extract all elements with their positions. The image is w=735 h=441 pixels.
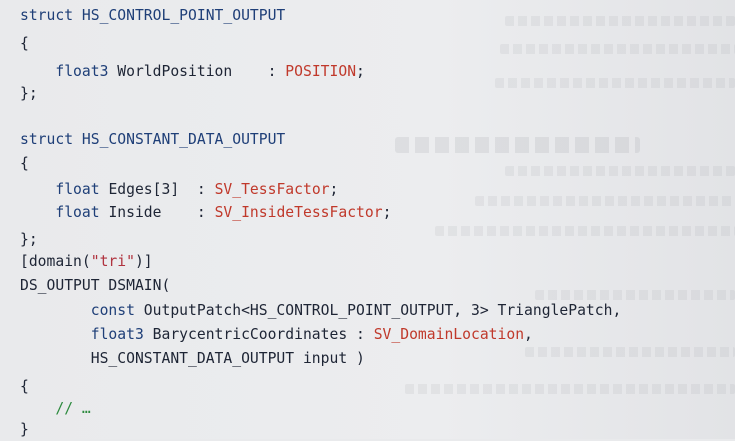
code-token: float <box>20 181 109 198</box>
code-line: { <box>20 33 29 55</box>
show-through-text <box>500 44 735 54</box>
show-through-text <box>495 78 735 88</box>
code-token: ; <box>329 181 339 198</box>
code-line: struct HS_CONTROL_POINT_OUTPUT <box>20 5 285 27</box>
code-line: { <box>20 376 29 398</box>
code-line: const OutputPatch<HS_CONTROL_POINT_OUTPU… <box>20 300 622 322</box>
code-line: { <box>20 153 29 175</box>
book-page: struct HS_CONTROL_POINT_OUTPUT { float3 W… <box>0 0 735 439</box>
code-token: const <box>20 302 144 319</box>
code-token: // … <box>20 400 91 417</box>
show-through-text <box>525 347 735 357</box>
code-token: float3 <box>20 63 118 80</box>
code-token: }; <box>20 85 38 102</box>
code-token: OutputPatch<HS_CONTROL_POINT_OUTPUT, 3> … <box>143 302 622 319</box>
code-line: float3 WorldPosition : POSITION; <box>20 61 365 83</box>
code-line: }; <box>20 83 38 105</box>
code-token: }; <box>20 231 38 248</box>
code-token: ; <box>356 63 365 80</box>
show-through-text <box>475 196 735 206</box>
code-token: float3 <box>20 326 153 343</box>
code-token: HS_CONSTANT_DATA_OUTPUT input ) <box>20 350 365 367</box>
code-token: { <box>20 378 29 395</box>
code-token: Inside : <box>108 204 215 221</box>
show-through-text <box>435 226 735 236</box>
code-token: BarycentricCoordinates : <box>152 326 374 343</box>
code-token: WorldPosition : <box>117 63 286 80</box>
code-line: HS_CONSTANT_DATA_OUTPUT input ) <box>20 348 365 370</box>
code-token: float <box>20 204 109 221</box>
show-through-text <box>535 290 735 300</box>
code-token: )] <box>134 253 153 270</box>
code-line: float Inside : SV_InsideTessFactor; <box>20 202 391 224</box>
code-token: SV_InsideTessFactor <box>214 204 383 221</box>
code-token: POSITION <box>285 63 357 80</box>
code-line: DS_OUTPUT DSMAIN( <box>20 275 170 297</box>
code-line: float3 BarycentricCoordinates : SV_Domai… <box>20 324 533 346</box>
code-token: { <box>20 155 29 172</box>
show-through-heading <box>395 137 640 153</box>
code-token: "tri" <box>90 253 135 270</box>
code-token: { <box>20 35 29 52</box>
code-line: }; <box>20 229 38 251</box>
code-token: Edges[3] : <box>108 181 215 198</box>
code-token: SV_DomainLocation <box>373 326 525 343</box>
show-through-text <box>505 16 735 26</box>
show-through-text <box>405 384 735 394</box>
code-line: } <box>20 419 29 441</box>
code-token: , <box>524 326 533 343</box>
show-through-text <box>505 166 735 176</box>
code-token: ; <box>382 204 392 221</box>
code-line: [domain("tri")] <box>20 251 153 273</box>
code-token: [domain( <box>20 253 91 270</box>
code-line: float Edges[3] : SV_TessFactor; <box>20 179 338 201</box>
code-token: struct HS_CONTROL_POINT_OUTPUT <box>20 7 286 24</box>
code-line: struct HS_CONSTANT_DATA_OUTPUT <box>20 129 285 151</box>
code-token: } <box>20 421 29 438</box>
code-token: struct HS_CONSTANT_DATA_OUTPUT <box>20 131 286 148</box>
code-line: // … <box>20 398 91 420</box>
code-token: DS_OUTPUT DSMAIN( <box>20 277 171 294</box>
code-token: SV_TessFactor <box>214 181 330 198</box>
